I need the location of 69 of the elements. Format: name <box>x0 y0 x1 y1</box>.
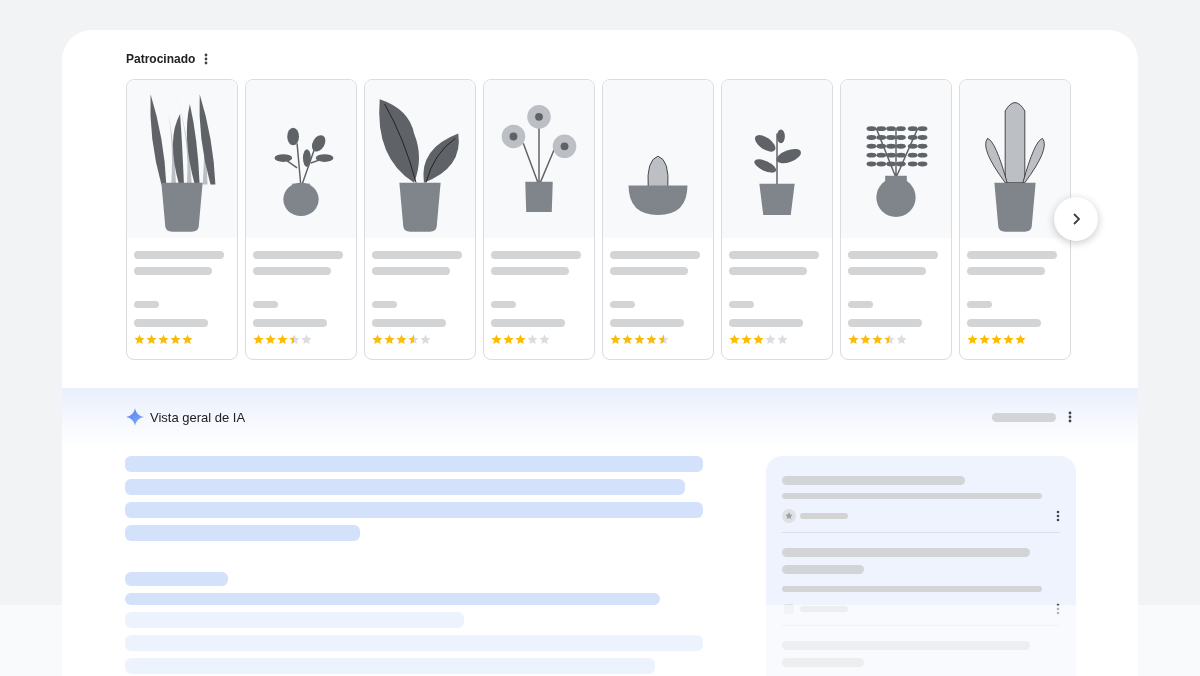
star-icon <box>967 334 978 345</box>
star-icon <box>515 334 526 345</box>
skeleton-line <box>848 301 873 308</box>
product-card[interactable] <box>245 79 357 360</box>
star-icon <box>408 334 419 345</box>
section-title: Patrocinado <box>126 52 196 66</box>
product-card[interactable] <box>602 79 714 360</box>
star-icon <box>872 334 883 345</box>
star-icon <box>777 334 788 345</box>
skeleton-line <box>134 301 159 308</box>
star-icon <box>503 334 514 345</box>
more-options-icon[interactable] <box>1056 603 1060 615</box>
star-icon <box>782 509 796 523</box>
star-icon <box>860 334 871 345</box>
star-icon <box>896 334 907 345</box>
star-icon <box>539 334 550 345</box>
product-card[interactable] <box>483 79 595 360</box>
star-icon <box>741 334 752 345</box>
star-icon <box>170 334 181 345</box>
star-icon <box>753 334 764 345</box>
skeleton-line <box>610 301 635 308</box>
star-icon <box>134 334 145 345</box>
more-options-icon[interactable] <box>1068 411 1072 423</box>
star-icon <box>1003 334 1014 345</box>
star-icon <box>622 334 633 345</box>
star-icon <box>265 334 276 345</box>
star-icon <box>372 334 383 345</box>
skeleton-line <box>800 513 848 519</box>
star-icon <box>658 334 669 345</box>
star-icon <box>979 334 990 345</box>
star-icon <box>634 334 645 345</box>
star-icon <box>527 334 538 345</box>
star-icon <box>765 334 776 345</box>
star-icon <box>146 334 157 345</box>
star-icon <box>848 334 859 345</box>
skeleton-line <box>992 412 1056 422</box>
star-icon <box>991 334 1002 345</box>
skeleton-line <box>253 301 278 308</box>
sparkle-icon <box>126 408 144 426</box>
star-icon <box>253 334 264 345</box>
product-card[interactable] <box>126 79 238 360</box>
star-icon <box>729 334 740 345</box>
product-card[interactable] <box>721 79 833 360</box>
more-options-icon[interactable] <box>1056 510 1060 522</box>
star-icon <box>884 334 895 345</box>
square-icon <box>782 602 796 616</box>
section-title: Vista geral de IA <box>150 409 246 425</box>
skeleton-line <box>372 301 397 308</box>
star-icon <box>646 334 657 345</box>
star-icon <box>491 334 502 345</box>
star-icon <box>158 334 169 345</box>
more-options-icon[interactable] <box>204 53 209 65</box>
star-icon <box>277 334 288 345</box>
skeleton-line <box>729 301 754 308</box>
product-card[interactable] <box>959 79 1071 360</box>
star-icon <box>182 334 193 345</box>
star-icon <box>610 334 621 345</box>
skeleton-line <box>491 301 516 308</box>
product-card[interactable] <box>840 79 952 360</box>
product-card[interactable] <box>364 79 476 360</box>
skeleton-line <box>967 301 992 308</box>
cactus-bowl-drawing <box>628 155 688 216</box>
star-icon <box>1015 334 1026 345</box>
star-icon <box>396 334 407 345</box>
star-icon <box>289 334 300 345</box>
star-icon <box>420 334 431 345</box>
chevron-right-icon <box>1071 212 1081 226</box>
star-icon <box>301 334 312 345</box>
star-icon <box>384 334 395 345</box>
